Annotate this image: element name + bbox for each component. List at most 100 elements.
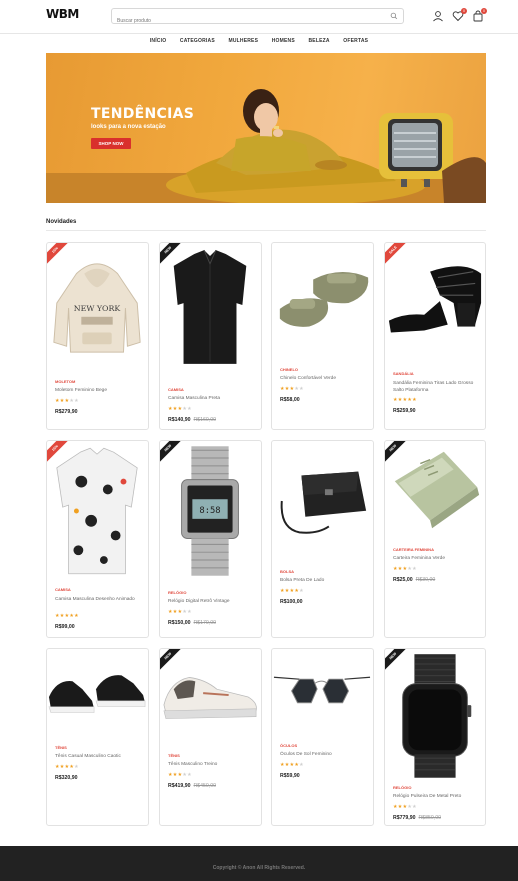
product-card[interactable]: NEW Camisa Camisa Masculina Preta ★★★★★ … xyxy=(159,242,262,430)
bag-icon xyxy=(280,471,367,534)
product-card[interactable]: NEW Tênis Tênis Masculino Treino ★★★★★ R… xyxy=(159,648,262,826)
product-name[interactable]: Moletom Feminino Bege xyxy=(55,388,107,393)
product-card[interactable]: SALE Sandália Sandália Feminina Tiras La… xyxy=(384,242,486,430)
logo-text: WBM xyxy=(46,7,79,21)
product-category: Óculos xyxy=(280,743,298,748)
user-icon[interactable] xyxy=(432,10,444,22)
product-category: Moletom xyxy=(55,379,76,384)
product-card[interactable]: Tênis Tênis Casual Masculino Caotic ★★★★… xyxy=(46,648,149,826)
rating-stars: ★★★★★ xyxy=(55,764,79,770)
product-price: R$59,90 xyxy=(280,773,300,779)
nav-item-ofertas[interactable]: OFERTAS xyxy=(343,38,368,44)
product-name[interactable]: Tênis Masculino Treino xyxy=(168,762,217,767)
product-category: Carteira Feminina xyxy=(393,547,434,552)
product-card[interactable]: NEW YORK 15% Moletom Moletom Feminino Be… xyxy=(46,242,149,430)
product-price: R$259,90 xyxy=(393,408,416,414)
product-price: R$25,00 R$30,00 xyxy=(393,577,435,583)
rating-stars: ★★★★★ xyxy=(393,804,417,810)
current-price: R$419,90 xyxy=(168,783,191,789)
current-price: R$140,90 xyxy=(168,417,191,423)
hero-banner: TENDÊNCIAS looks para a nova estação SHO… xyxy=(46,53,486,203)
product-name[interactable]: Óculos De Sol Feminino xyxy=(280,752,332,757)
product-price: R$279,90 xyxy=(55,409,78,415)
current-price: R$259,90 xyxy=(393,408,416,414)
product-name[interactable]: Bolsa Preta De Lado xyxy=(280,578,324,583)
product-name[interactable]: Carteira Feminina Verde xyxy=(393,556,445,561)
search-icon[interactable] xyxy=(390,12,398,20)
current-price: R$150,00 xyxy=(168,620,191,626)
product-name[interactable]: Relógio Digital Retrô Vintage xyxy=(168,599,230,604)
heel-sandal-icon xyxy=(388,266,482,333)
product-card[interactable]: Bolsa Bolsa Preta De Lado ★★★★★ R$100,00 xyxy=(271,440,374,638)
product-price: R$58,00 xyxy=(280,397,300,403)
section-title: Novidades xyxy=(46,219,77,225)
old-price: R$170,00 xyxy=(193,620,217,626)
rating-stars: ★★★★★ xyxy=(168,609,192,615)
product-price: R$419,90 R$450,00 xyxy=(168,783,216,789)
old-price: R$30,00 xyxy=(415,577,436,583)
banner-title: TENDÊNCIAS xyxy=(91,106,195,122)
product-category: Camisa xyxy=(55,587,71,592)
product-card[interactable]: NEW Carteira Feminina Carteira Feminina … xyxy=(384,440,486,638)
old-price: R$850,00 xyxy=(418,815,442,821)
site-logo[interactable]: WBM xyxy=(46,7,79,21)
wallet-icon xyxy=(394,451,480,529)
product-name[interactable]: Camisa Masculina Desenho Animado xyxy=(55,596,145,603)
search-input[interactable] xyxy=(112,14,382,28)
product-category: Tênis xyxy=(55,745,67,750)
nav-item-homens[interactable]: HOMENS xyxy=(272,38,295,44)
product-price: R$779,90 R$850,00 xyxy=(393,815,441,821)
rating-stars: ★★★★★ xyxy=(168,406,192,412)
sunglasses-icon xyxy=(273,676,371,704)
product-name[interactable]: Tênis Casual Masculino Caotic xyxy=(55,754,121,759)
product-price: R$320,90 xyxy=(55,775,78,781)
nav-item-mulheres[interactable]: MULHERES xyxy=(228,38,258,44)
product-price: R$99,00 xyxy=(55,624,75,630)
product-name[interactable]: Relógio Pulseira De Metal Preto xyxy=(393,794,461,799)
current-price: R$25,00 xyxy=(393,577,413,583)
product-category: Bolsa xyxy=(280,569,294,574)
nav-item-beleza[interactable]: BELEZA xyxy=(308,38,329,44)
site-footer: Copyright © Anon All Rights Reserved. xyxy=(0,846,518,881)
product-name[interactable]: Chinelo Confortável Verde xyxy=(280,376,336,381)
current-price: R$58,00 xyxy=(280,397,300,403)
product-card[interactable]: NEW Relógio Relógio Pulseira De Metal Pr… xyxy=(384,648,486,826)
current-price: R$99,00 xyxy=(55,624,75,630)
product-name[interactable]: Camisa Masculina Preta xyxy=(168,396,220,401)
old-price: R$160,00 xyxy=(193,417,217,423)
current-price: R$100,00 xyxy=(280,599,303,605)
search-box xyxy=(111,8,404,28)
product-price: R$100,00 xyxy=(280,599,303,605)
wishlist-badge: 0 xyxy=(461,8,467,14)
old-price: R$450,00 xyxy=(193,783,217,789)
product-card[interactable]: Óculos Óculos De Sol Feminino ★★★★★ R$59… xyxy=(271,648,374,826)
product-category: Relógio xyxy=(168,590,187,595)
rating-stars: ★★★★★ xyxy=(55,613,79,619)
nav-item-categorias[interactable]: CATEGORIAS xyxy=(180,38,215,44)
nav-item-inicio[interactable]: INÍCIO xyxy=(150,38,166,44)
product-card[interactable]: 8:58 NEW Relógio Relógio Digital Retrô V… xyxy=(159,440,262,638)
banner-subtitle: looks para a nova estação xyxy=(91,124,166,130)
current-price: R$779,90 xyxy=(393,815,416,821)
rating-stars: ★★★★★ xyxy=(55,398,79,404)
current-price: R$320,90 xyxy=(55,775,78,781)
product-card[interactable]: Chinelo Chinelo Confortável Verde ★★★★★ … xyxy=(271,242,374,430)
copyright-text: Copyright © Anon All Rights Reserved. xyxy=(212,865,306,871)
shop-now-button[interactable]: SHOP NOW xyxy=(91,138,131,149)
product-name[interactable]: Sandália Feminina Tiras Lado Grosso Salt… xyxy=(393,380,483,394)
sandal-icon xyxy=(279,272,369,327)
product-card[interactable]: 15% Camisa Camisa Masculina Desenho Anim… xyxy=(46,440,149,638)
rating-stars: ★★★★★ xyxy=(168,772,192,778)
cart-badge: 0 xyxy=(481,8,487,14)
print-shirt-icon xyxy=(56,447,138,575)
rating-stars: ★★★★★ xyxy=(393,397,417,403)
site-header: WBM 0 0 xyxy=(0,0,518,34)
svg-text:NEW YORK: NEW YORK xyxy=(74,304,121,313)
digital-watch-icon: 8:58 xyxy=(181,446,239,576)
rating-stars: ★★★★★ xyxy=(393,566,417,572)
section-divider xyxy=(46,230,486,231)
product-category: Sandália xyxy=(393,371,414,376)
rating-stars: ★★★★★ xyxy=(280,588,304,594)
current-price: R$59,90 xyxy=(280,773,300,779)
product-category: Chinelo xyxy=(280,367,298,372)
